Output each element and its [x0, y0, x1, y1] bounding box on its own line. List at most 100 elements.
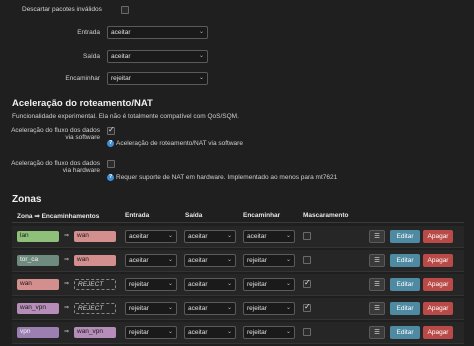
zone-input-select[interactable]: rejeitar ⌄	[125, 278, 177, 291]
drag-handle-button[interactable]: ☰	[369, 230, 385, 243]
hw-offload-label: Aceleração do fluxo dos dados via hardwa…	[6, 160, 100, 174]
forward-policy-select[interactable]: rejeitar ⌄	[107, 72, 208, 85]
zone-input-select[interactable]: rejeitar ⌄	[125, 326, 177, 339]
hw-offload-label-line2: via hardware	[62, 167, 100, 174]
hw-offload-label-line1: Aceleração do fluxo dos dados	[11, 160, 100, 167]
chevron-down-icon: ⌄	[285, 281, 291, 287]
hw-offload-hint-text: Requer suporte de NAT em hardware. Imple…	[116, 174, 338, 182]
drag-handle-button[interactable]: ☰	[369, 254, 385, 267]
zone-input-value: aceitar	[129, 257, 149, 264]
forward-arrow-icon: ⇒	[64, 257, 70, 263]
info-icon: ?	[107, 140, 114, 147]
zone-output-select[interactable]: aceitar ⌄	[184, 278, 236, 291]
zone-output-value: aceitar	[188, 305, 208, 312]
edit-button[interactable]: Editar	[390, 326, 420, 339]
zone-forward-value: rejeitar	[247, 329, 267, 336]
input-policy-label: Entrada	[77, 29, 100, 36]
chevron-down-icon: ⌄	[226, 257, 232, 263]
sw-offload-label: Aceleração do fluxo dos dados via softwa…	[6, 127, 100, 141]
chevron-down-icon: ⌄	[285, 329, 291, 335]
sw-offload-label-line2: via software	[65, 134, 100, 141]
masquerade-checkbox[interactable]	[303, 302, 311, 312]
drop-invalid-checkbox[interactable]	[121, 6, 129, 14]
edit-button[interactable]: Editar	[390, 230, 420, 243]
table-row: lan ⇒ wan aceitar ⌄ aceitar ⌄ aceitar ⌄ ☰ E…	[12, 226, 464, 248]
target-zone-badge: REJECT	[74, 303, 116, 314]
zone-output-select[interactable]: aceitar ⌄	[184, 230, 236, 243]
output-policy-label: Saída	[83, 53, 100, 60]
target-zone-badge: wan	[74, 255, 116, 266]
zone-badge: tor_ca	[17, 255, 59, 266]
input-policy-select[interactable]: aceitar ⌄	[107, 26, 208, 39]
input-column-header: Entrada	[125, 212, 150, 219]
target-zone-badge: REJECT	[74, 279, 116, 290]
zone-badge: wan_vpn	[17, 303, 59, 314]
sw-offload-hint: ? Aceleração de roteamento/NAT via softwa…	[107, 140, 243, 147]
chevron-down-icon: ⌄	[167, 257, 173, 263]
drag-handle-button[interactable]: ☰	[369, 326, 385, 339]
forward-arrow-icon: ⇒	[64, 305, 70, 311]
drag-handle-button[interactable]: ☰	[369, 302, 385, 315]
chevron-down-icon: ⌄	[167, 281, 173, 287]
forward-arrow-icon: ⇒	[64, 329, 70, 335]
zones-table-header: Zona ⇒ Encaminhamentos Entrada Saída Enc…	[12, 209, 464, 223]
delete-button[interactable]: Apagar	[423, 254, 453, 267]
chevron-down-icon: ⌄	[226, 329, 232, 335]
zone-output-select[interactable]: aceitar ⌄	[184, 326, 236, 339]
sw-offload-hint-text: Aceleração de roteamento/NAT via softwar…	[116, 140, 243, 148]
chevron-down-icon: ⌄	[226, 305, 232, 311]
zone-output-select[interactable]: aceitar ⌄	[184, 254, 236, 267]
zone-badge: wan	[17, 279, 59, 290]
zone-forward-select[interactable]: rejeitar ⌄	[243, 326, 295, 339]
masquerade-checkbox[interactable]	[303, 232, 311, 240]
forward-arrow-icon: ⇒	[64, 233, 70, 239]
chevron-down-icon: ⌄	[198, 53, 204, 59]
chevron-down-icon: ⌄	[198, 29, 204, 35]
delete-button[interactable]: Apagar	[423, 302, 453, 315]
zone-column-header: Zona ⇒ Encaminhamentos	[17, 213, 100, 220]
input-policy-value: aceitar	[111, 29, 131, 36]
sw-offload-checkbox[interactable]	[107, 125, 115, 135]
delete-button[interactable]: Apagar	[423, 230, 453, 243]
zone-input-select[interactable]: aceitar ⌄	[125, 254, 177, 267]
table-row: tor_ca ⇒ wan aceitar ⌄ aceitar ⌄ rejeitar ⌄…	[12, 250, 464, 272]
zone-forward-value: rejeitar	[247, 305, 267, 312]
edit-button[interactable]: Editar	[390, 254, 420, 267]
forward-column-header: Encaminhar	[243, 212, 281, 219]
hw-offload-hint: ? Requer suporte de NAT em hardware. Impl…	[107, 174, 337, 181]
table-row: wan ⇒ REJECT rejeitar ⌄ aceitar ⌄ rejeitar…	[12, 274, 464, 296]
forward-policy-value: rejeitar	[111, 75, 131, 82]
zone-output-select[interactable]: aceitar ⌄	[184, 302, 236, 315]
delete-button[interactable]: Apagar	[423, 278, 453, 291]
masquerade-checkbox[interactable]	[303, 278, 311, 288]
chevron-down-icon: ⌄	[285, 233, 291, 239]
edit-button[interactable]: Editar	[390, 302, 420, 315]
zone-input-select[interactable]: aceitar ⌄	[125, 230, 177, 243]
zone-forward-select[interactable]: aceitar ⌄	[243, 230, 295, 243]
zone-output-value: aceitar	[188, 257, 208, 264]
hw-offload-checkbox[interactable]	[107, 160, 115, 168]
masquerade-checkbox[interactable]	[303, 256, 311, 264]
masquerade-checkbox[interactable]	[303, 328, 311, 336]
info-icon: ?	[107, 174, 114, 181]
chevron-down-icon: ⌄	[167, 233, 173, 239]
zone-forward-select[interactable]: rejeitar ⌄	[243, 278, 295, 291]
offload-description: Funcionalidade experimental. Ela não é t…	[12, 113, 239, 120]
zone-badge: lan	[17, 231, 59, 242]
chevron-down-icon: ⌄	[198, 75, 204, 81]
zone-forward-select[interactable]: rejeitar ⌄	[243, 254, 295, 267]
zone-input-value: aceitar	[129, 233, 149, 240]
zone-output-value: aceitar	[188, 329, 208, 336]
zone-forward-select[interactable]: rejeitar ⌄	[243, 302, 295, 315]
chevron-down-icon: ⌄	[167, 329, 173, 335]
zone-input-select[interactable]: rejeitar ⌄	[125, 302, 177, 315]
zone-forward-value: rejeitar	[247, 257, 267, 264]
delete-button[interactable]: Apagar	[423, 326, 453, 339]
chevron-down-icon: ⌄	[285, 305, 291, 311]
zone-output-value: aceitar	[188, 233, 208, 240]
drag-handle-button[interactable]: ☰	[369, 278, 385, 291]
output-policy-select[interactable]: aceitar ⌄	[107, 50, 208, 63]
edit-button[interactable]: Editar	[390, 278, 420, 291]
masq-column-header: Mascaramento	[303, 212, 349, 219]
zone-input-value: rejeitar	[129, 329, 149, 336]
